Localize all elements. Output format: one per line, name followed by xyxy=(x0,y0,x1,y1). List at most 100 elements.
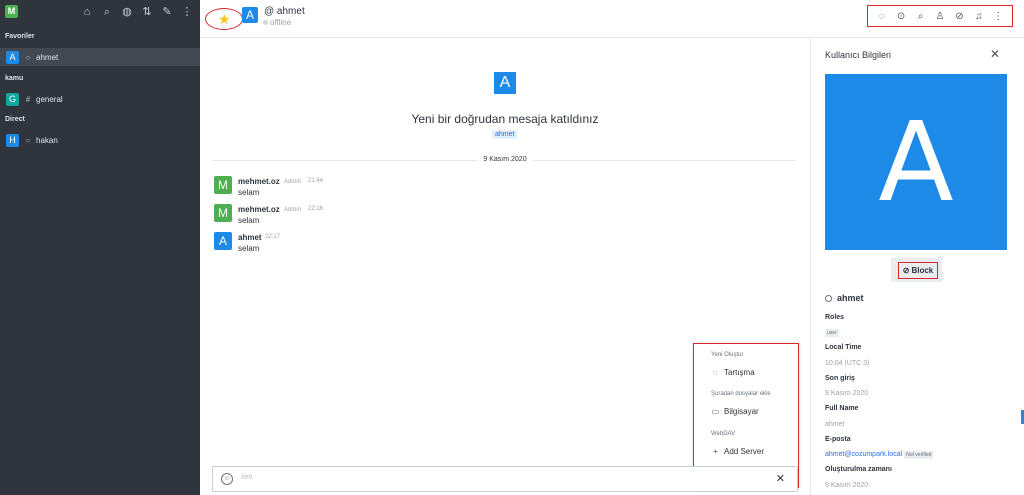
intro-user-tag[interactable]: ahmet xyxy=(492,130,518,139)
menu-item-label: Add Server xyxy=(724,447,765,456)
intro-avatar: A xyxy=(494,72,516,94)
date-divider: 9 Kasım 2020 xyxy=(200,156,810,163)
avatar[interactable]: A xyxy=(214,232,232,250)
message-input[interactable]: Ileti xyxy=(241,474,252,481)
menu-item-add-server[interactable]: + Add Server xyxy=(711,447,764,456)
avatar[interactable]: M xyxy=(214,176,232,194)
status-dot-icon xyxy=(263,20,268,25)
message-time: 22:16 xyxy=(308,206,324,212)
date-divider-label: 9 Kasım 2020 xyxy=(477,156,533,163)
sidebar-item-label: hakan xyxy=(36,135,58,145)
kebab-icon[interactable]: ⋮ xyxy=(992,11,1004,22)
hash-icon: # xyxy=(25,94,31,104)
message-username[interactable]: ahmet xyxy=(238,233,262,242)
email-label: E-posta xyxy=(825,436,851,443)
full-name-value: ahmet xyxy=(825,421,845,428)
created-label: Oluşturulma zamanı xyxy=(825,466,892,473)
emoji-icon[interactable]: ☺ xyxy=(221,473,233,485)
avatar: A xyxy=(825,74,1007,250)
panel-username: ahmet xyxy=(825,293,864,303)
block-button[interactable]: ⊘ Block xyxy=(898,262,938,279)
avatar: H xyxy=(6,133,19,147)
avatar[interactable]: A xyxy=(242,7,258,23)
message-area: A Yeni bir doğrudan mesaja katıldınız ah… xyxy=(200,38,810,495)
section-title-direct: Direct xyxy=(5,116,25,123)
sidebar-item-hakan[interactable]: H ○ hakan xyxy=(0,131,200,149)
sidebar-toolbar: ⌂ ⌕ ◍ ⇅ ✎ ⋮ xyxy=(80,5,194,19)
status-ring-icon xyxy=(825,294,832,302)
user-info-panel: Kullanıcı Bilgileri ✕ A ⊘ Block ahmet Rol… xyxy=(810,38,1024,495)
star-icon[interactable]: ★ xyxy=(218,10,231,28)
message-composer: ☺ Ileti ✕ xyxy=(212,466,798,492)
menu-section-title: WebDAV xyxy=(711,431,736,437)
panel-username-label: ahmet xyxy=(837,293,864,303)
status-label: offline xyxy=(270,18,292,27)
avatar[interactable]: M xyxy=(214,204,232,222)
avatar: G xyxy=(6,92,19,106)
sidebar: M ⌂ ⌕ ◍ ⇅ ✎ ⋮ Favoriler A ○ ahmet kamu G… xyxy=(0,0,200,495)
sidebar-item-general[interactable]: G # general xyxy=(0,90,200,108)
status-ring-icon: ○ xyxy=(25,52,31,62)
last-login-label: Son giriş xyxy=(825,375,855,382)
sidebar-item-ahmet[interactable]: A ○ ahmet xyxy=(0,48,200,66)
role-badge: Admin xyxy=(284,179,302,185)
email-link[interactable]: ahmet@cozumpark.local xyxy=(825,451,902,458)
search-icon[interactable]: ⌕ xyxy=(915,11,927,22)
room-toolbar: ◌ ⊙ ⌕ ♙ ⊘ ♫ ⋮ xyxy=(867,5,1013,27)
workspace-logo[interactable]: M xyxy=(5,5,18,18)
menu-section-title: Yeni Oluştur xyxy=(711,352,744,358)
intro-text: Yeni bir doğrudan mesaja katıldınız xyxy=(411,112,599,126)
menu-item-discussion[interactable]: ◌ Tartışma xyxy=(711,368,755,377)
message-time: 22:17 xyxy=(265,234,281,240)
favorite-highlight: ★ xyxy=(205,8,243,30)
sidebar-item-label: general xyxy=(36,94,63,104)
message-text: selam xyxy=(238,244,260,253)
sidebar-header: M ⌂ ⌕ ◍ ⇅ ✎ ⋮ xyxy=(0,0,200,24)
kebab-icon[interactable]: ⋮ xyxy=(180,5,194,19)
bell-icon[interactable]: ♫ xyxy=(973,11,985,22)
status-text: offline xyxy=(263,18,291,27)
message-item: M mehmet.oz Admin 22:16 selam xyxy=(214,204,514,228)
plus-icon: + xyxy=(713,447,718,456)
role-badge: Admin xyxy=(284,207,302,213)
search-icon[interactable]: ⌕ xyxy=(100,5,114,19)
menu-item-label: Bilgisayar xyxy=(724,407,759,416)
home-icon[interactable]: ⌂ xyxy=(80,5,94,19)
sidebar-item-label: ahmet xyxy=(36,52,59,62)
roles-label: Roles xyxy=(825,314,845,321)
room-header: ★ A @ ahmet offline ◌ ⊙ ⌕ ♙ ⊘ ♫ ⋮ xyxy=(200,0,1024,38)
last-login-value: 9 Kasım 2020 xyxy=(825,390,869,397)
full-name-label: Full Name xyxy=(825,405,859,412)
section-title-favorites: Favoriler xyxy=(5,33,35,40)
close-icon[interactable]: ✕ xyxy=(776,472,785,485)
close-icon[interactable]: ✕ xyxy=(990,47,1000,61)
globe-icon[interactable]: ◍ xyxy=(120,5,134,19)
message-item: A ahmet 22:17 selam xyxy=(214,232,514,256)
local-time-value: 10:04 (UTC 3) xyxy=(825,360,870,367)
message-text: selam xyxy=(238,188,260,197)
menu-item-label: Tartışma xyxy=(724,368,755,377)
email-row: ahmet@cozumpark.local Not verified xyxy=(825,451,934,459)
discussion-icon: ◌ xyxy=(713,368,718,377)
message-username[interactable]: mehmet.oz xyxy=(238,177,280,186)
message-time: 21:44 xyxy=(308,178,324,184)
menu-item-computer[interactable]: ▭ Bilgisayar xyxy=(711,407,759,416)
attachment-icon[interactable]: ⊘ xyxy=(953,11,965,22)
role-badge: user xyxy=(825,329,839,337)
edit-icon[interactable]: ✎ xyxy=(160,5,174,19)
thread-icon[interactable]: ⊙ xyxy=(895,11,907,22)
discussion-icon[interactable]: ◌ xyxy=(876,11,888,22)
block-icon: ⊘ xyxy=(902,266,910,275)
app-root: M ⌂ ⌕ ◍ ⇅ ✎ ⋮ Favoriler A ○ ahmet kamu G… xyxy=(0,0,1024,495)
message-item: M mehmet.oz Admin 21:44 selam xyxy=(214,176,514,200)
email-status-badge: Not verified xyxy=(904,451,934,459)
message-username[interactable]: mehmet.oz xyxy=(238,205,280,214)
avatar: A xyxy=(6,50,19,64)
created-value: 9 Kasım 2020 xyxy=(825,482,869,489)
sort-icon[interactable]: ⇅ xyxy=(140,5,154,19)
computer-icon: ▭ xyxy=(711,407,720,416)
status-ring-icon: ○ xyxy=(25,135,31,145)
user-info-icon[interactable]: ♙ xyxy=(934,11,946,22)
message-text: selam xyxy=(238,216,260,225)
panel-title: Kullanıcı Bilgileri xyxy=(825,50,892,60)
